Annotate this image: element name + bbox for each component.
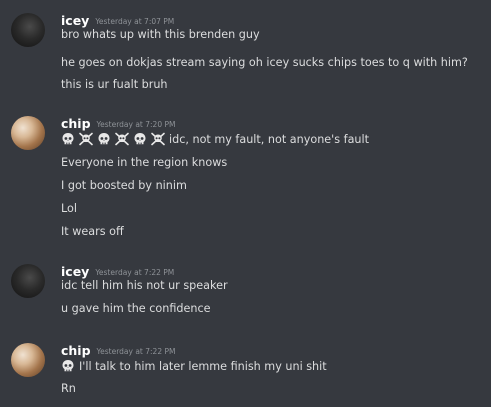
message-timestamp: Yesterday at 7:22 PM — [96, 347, 176, 356]
skull-icon — [133, 132, 147, 146]
skull-icon — [61, 132, 75, 146]
skull-crossbones-icon — [115, 132, 129, 146]
message-text-with-emojis: I'll talk to him later lemme finish my u… — [61, 359, 327, 374]
message-text: idc tell him his not ur speaker — [61, 279, 228, 292]
message-text: bro whats up with this brenden guy — [61, 28, 260, 41]
message-header: chip Yesterday at 7:22 PM — [61, 340, 175, 359]
author-name[interactable]: icey — [61, 13, 89, 28]
message-text: this is ur fualt bruh — [61, 78, 168, 91]
skull-icon — [97, 132, 111, 146]
message-text: Rn — [61, 382, 76, 395]
message-text: u gave him the confidence — [61, 302, 211, 315]
user-avatar[interactable] — [11, 116, 45, 150]
author-name[interactable]: icey — [61, 264, 89, 279]
message-text: he goes on dokjas stream saying oh icey … — [61, 56, 468, 69]
message-text: Lol — [61, 202, 77, 215]
author-name[interactable]: chip — [61, 343, 91, 358]
user-avatar[interactable] — [11, 264, 45, 298]
message-text: I'll talk to him later lemme finish my u… — [79, 360, 327, 373]
message-text: idc, not my fault, not anyone's fault — [169, 133, 370, 146]
chat-message-list: icey Yesterday at 7:07 PM bro whats up wi… — [0, 0, 491, 407]
message-header: chip Yesterday at 7:20 PM — [61, 113, 175, 132]
message-text: I got boosted by ninim — [61, 179, 187, 192]
message-header: icey Yesterday at 7:22 PM — [61, 261, 174, 280]
skull-icon — [61, 359, 75, 373]
message-timestamp: Yesterday at 7:22 PM — [95, 268, 175, 277]
user-avatar[interactable] — [11, 343, 45, 377]
author-name[interactable]: chip — [61, 116, 91, 131]
message-text: Everyone in the region knows — [61, 156, 228, 169]
message-timestamp: Yesterday at 7:07 PM — [95, 17, 175, 26]
message-text: It wears off — [61, 225, 124, 238]
skull-crossbones-icon — [79, 132, 93, 146]
user-avatar[interactable] — [11, 13, 45, 47]
message-header: icey Yesterday at 7:07 PM — [61, 10, 174, 29]
skull-crossbones-icon — [151, 132, 165, 146]
message-text-with-emojis: idc, not my fault, not anyone's fault — [61, 132, 369, 147]
message-timestamp: Yesterday at 7:20 PM — [96, 120, 176, 129]
